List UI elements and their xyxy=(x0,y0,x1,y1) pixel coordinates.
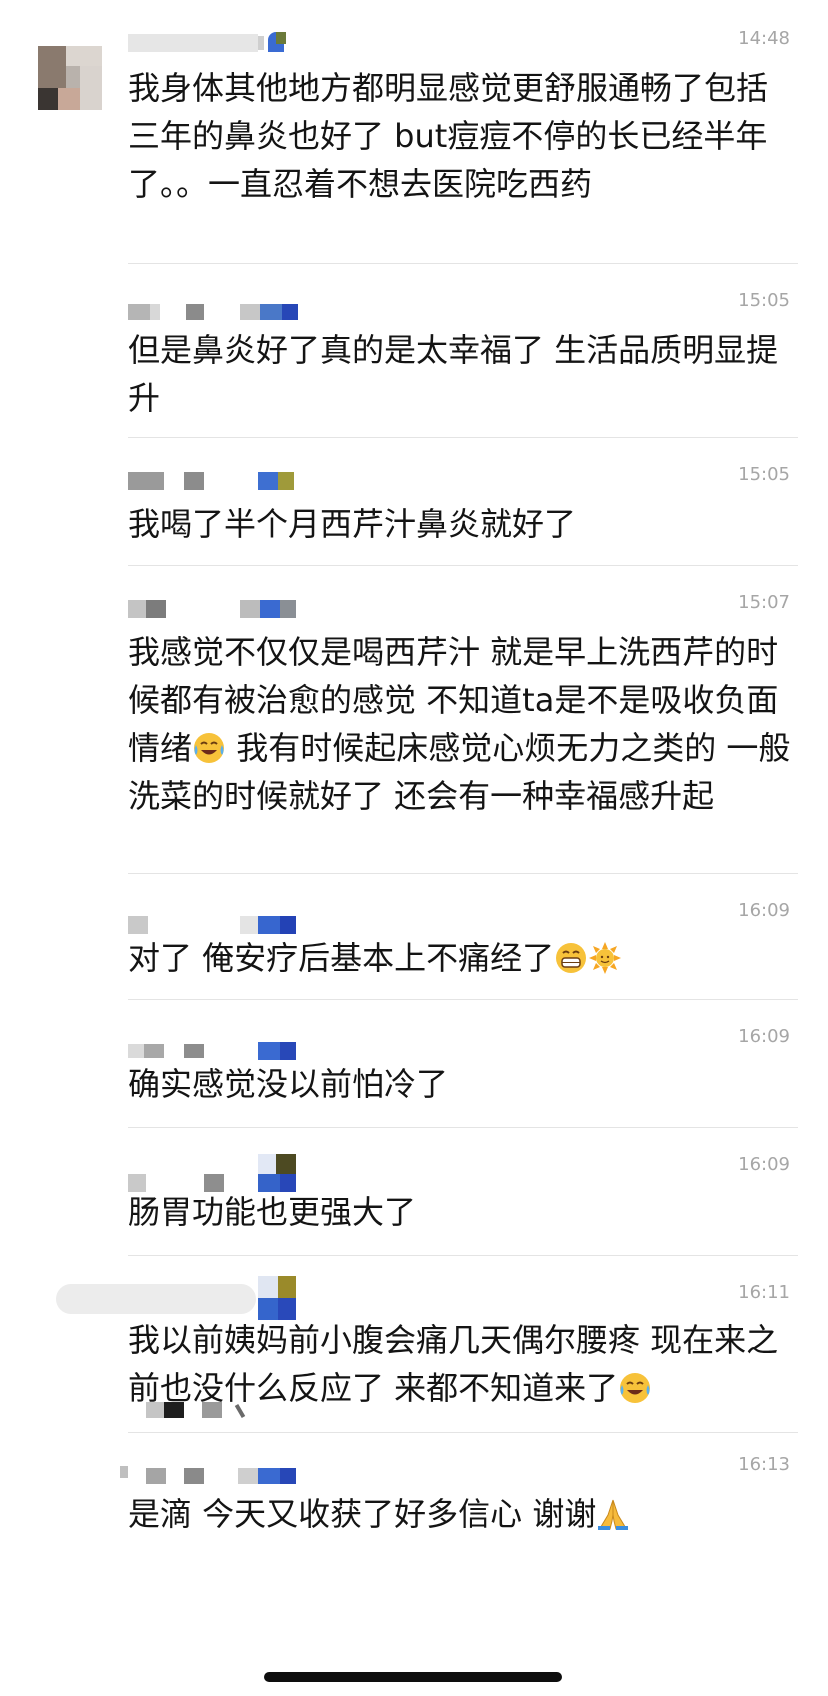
grinning-emoji xyxy=(556,943,587,973)
message-text: 我喝了半个月西芹汁鼻炎就好了 xyxy=(128,505,577,543)
divider xyxy=(128,437,798,438)
sender-name-mosaic xyxy=(128,470,328,492)
divider xyxy=(128,1255,798,1256)
message-time: 15:05 xyxy=(738,290,790,311)
sender-name-mosaic xyxy=(128,30,328,52)
message-time: 14:48 xyxy=(738,28,790,49)
divider xyxy=(128,1432,798,1433)
message-time: 16:09 xyxy=(738,900,790,921)
sender-name-mosaic xyxy=(120,1462,320,1484)
message-time: 16:09 xyxy=(738,1154,790,1175)
message-text: 确实感觉没以前怕冷了 xyxy=(128,1065,449,1103)
divider xyxy=(128,263,798,264)
message-text: 我身体其他地方都明显感觉更舒服通畅了包括三年的鼻炎也好了 but痘痘不停的长已经… xyxy=(128,69,769,203)
sender-name-mosaic xyxy=(128,914,328,936)
divider xyxy=(128,1127,798,1128)
message-time: 16:13 xyxy=(738,1454,790,1475)
sun-emoji xyxy=(589,942,622,974)
sender-name-mosaic xyxy=(128,1040,328,1062)
home-indicator[interactable] xyxy=(264,1672,562,1682)
avatar[interactable] xyxy=(38,46,102,110)
message-text: 我感觉不仅仅是喝西芹汁 就是早上洗西芹的时候都有被治愈的感觉 不知道ta是不是吸… xyxy=(128,633,791,815)
sender-name-mosaic xyxy=(128,1154,328,1192)
message-text: 是滴 今天又收获了好多信心 谢谢 xyxy=(128,1490,798,1538)
message-time: 16:09 xyxy=(738,1026,790,1047)
tears-of-joy-emoji xyxy=(194,733,225,763)
message-text: 但是鼻炎好了真的是太幸福了 生活品质明显提升 xyxy=(128,331,779,417)
divider xyxy=(128,999,798,1000)
sender-name-mosaic xyxy=(128,598,328,620)
divider xyxy=(128,565,798,566)
divider xyxy=(128,873,798,874)
message-time: 15:05 xyxy=(738,464,790,485)
folded-hands-emoji xyxy=(598,1499,629,1530)
tears-of-joy-emoji xyxy=(620,1373,651,1403)
message-time: 15:07 xyxy=(738,592,790,613)
message-text: 我以前姨妈前小腹会痛几天偶尔腰疼 现在来之前也没什么反应了 来都不知道来了 xyxy=(128,1321,779,1407)
message-text: 对了 俺安疗后基本上不痛经了 xyxy=(128,934,798,982)
message-time: 16:11 xyxy=(738,1282,790,1303)
message-text: 肠胃功能也更强大了 xyxy=(128,1193,417,1231)
sender-name-mosaic xyxy=(128,302,328,324)
sender-name-mosaic xyxy=(146,1400,266,1420)
